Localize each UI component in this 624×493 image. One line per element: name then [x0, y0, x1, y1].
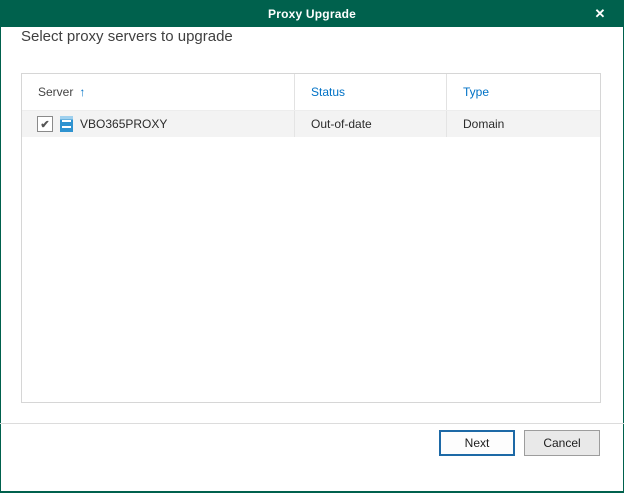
column-header-type[interactable]: Type: [447, 74, 600, 110]
column-header-status-label: Status: [311, 85, 345, 99]
table-header-row: Server ↑ Status Type: [22, 74, 600, 111]
proxy-upgrade-dialog: Proxy Upgrade ✕ Select proxy servers to …: [0, 0, 624, 493]
footer-divider: [0, 423, 624, 424]
proxy-table: Server ↑ Status Type ✔ VBO365PROXY Out-o…: [21, 73, 601, 403]
table-row[interactable]: ✔ VBO365PROXY Out-of-date Domain: [22, 111, 600, 137]
column-header-server[interactable]: Server ↑: [22, 74, 295, 110]
column-header-server-label: Server: [38, 85, 73, 99]
server-name: VBO365PROXY: [80, 117, 167, 131]
row-checkbox[interactable]: ✔: [37, 116, 53, 132]
column-header-type-label: Type: [463, 85, 489, 99]
column-header-status[interactable]: Status: [295, 74, 447, 110]
window-title: Proxy Upgrade: [268, 7, 356, 21]
status-cell: Out-of-date: [295, 111, 447, 137]
next-button[interactable]: Next: [439, 430, 515, 456]
type-value: Domain: [463, 117, 504, 131]
type-cell: Domain: [447, 111, 600, 137]
sort-ascending-icon: ↑: [79, 85, 85, 99]
status-value: Out-of-date: [311, 117, 372, 131]
server-cell: ✔ VBO365PROXY: [22, 111, 295, 137]
page-title: Select proxy servers to upgrade: [21, 28, 233, 45]
close-icon[interactable]: ✕: [586, 3, 614, 24]
cancel-button[interactable]: Cancel: [524, 430, 600, 456]
proxy-server-icon: [60, 116, 73, 132]
titlebar[interactable]: Proxy Upgrade ✕: [0, 0, 624, 27]
